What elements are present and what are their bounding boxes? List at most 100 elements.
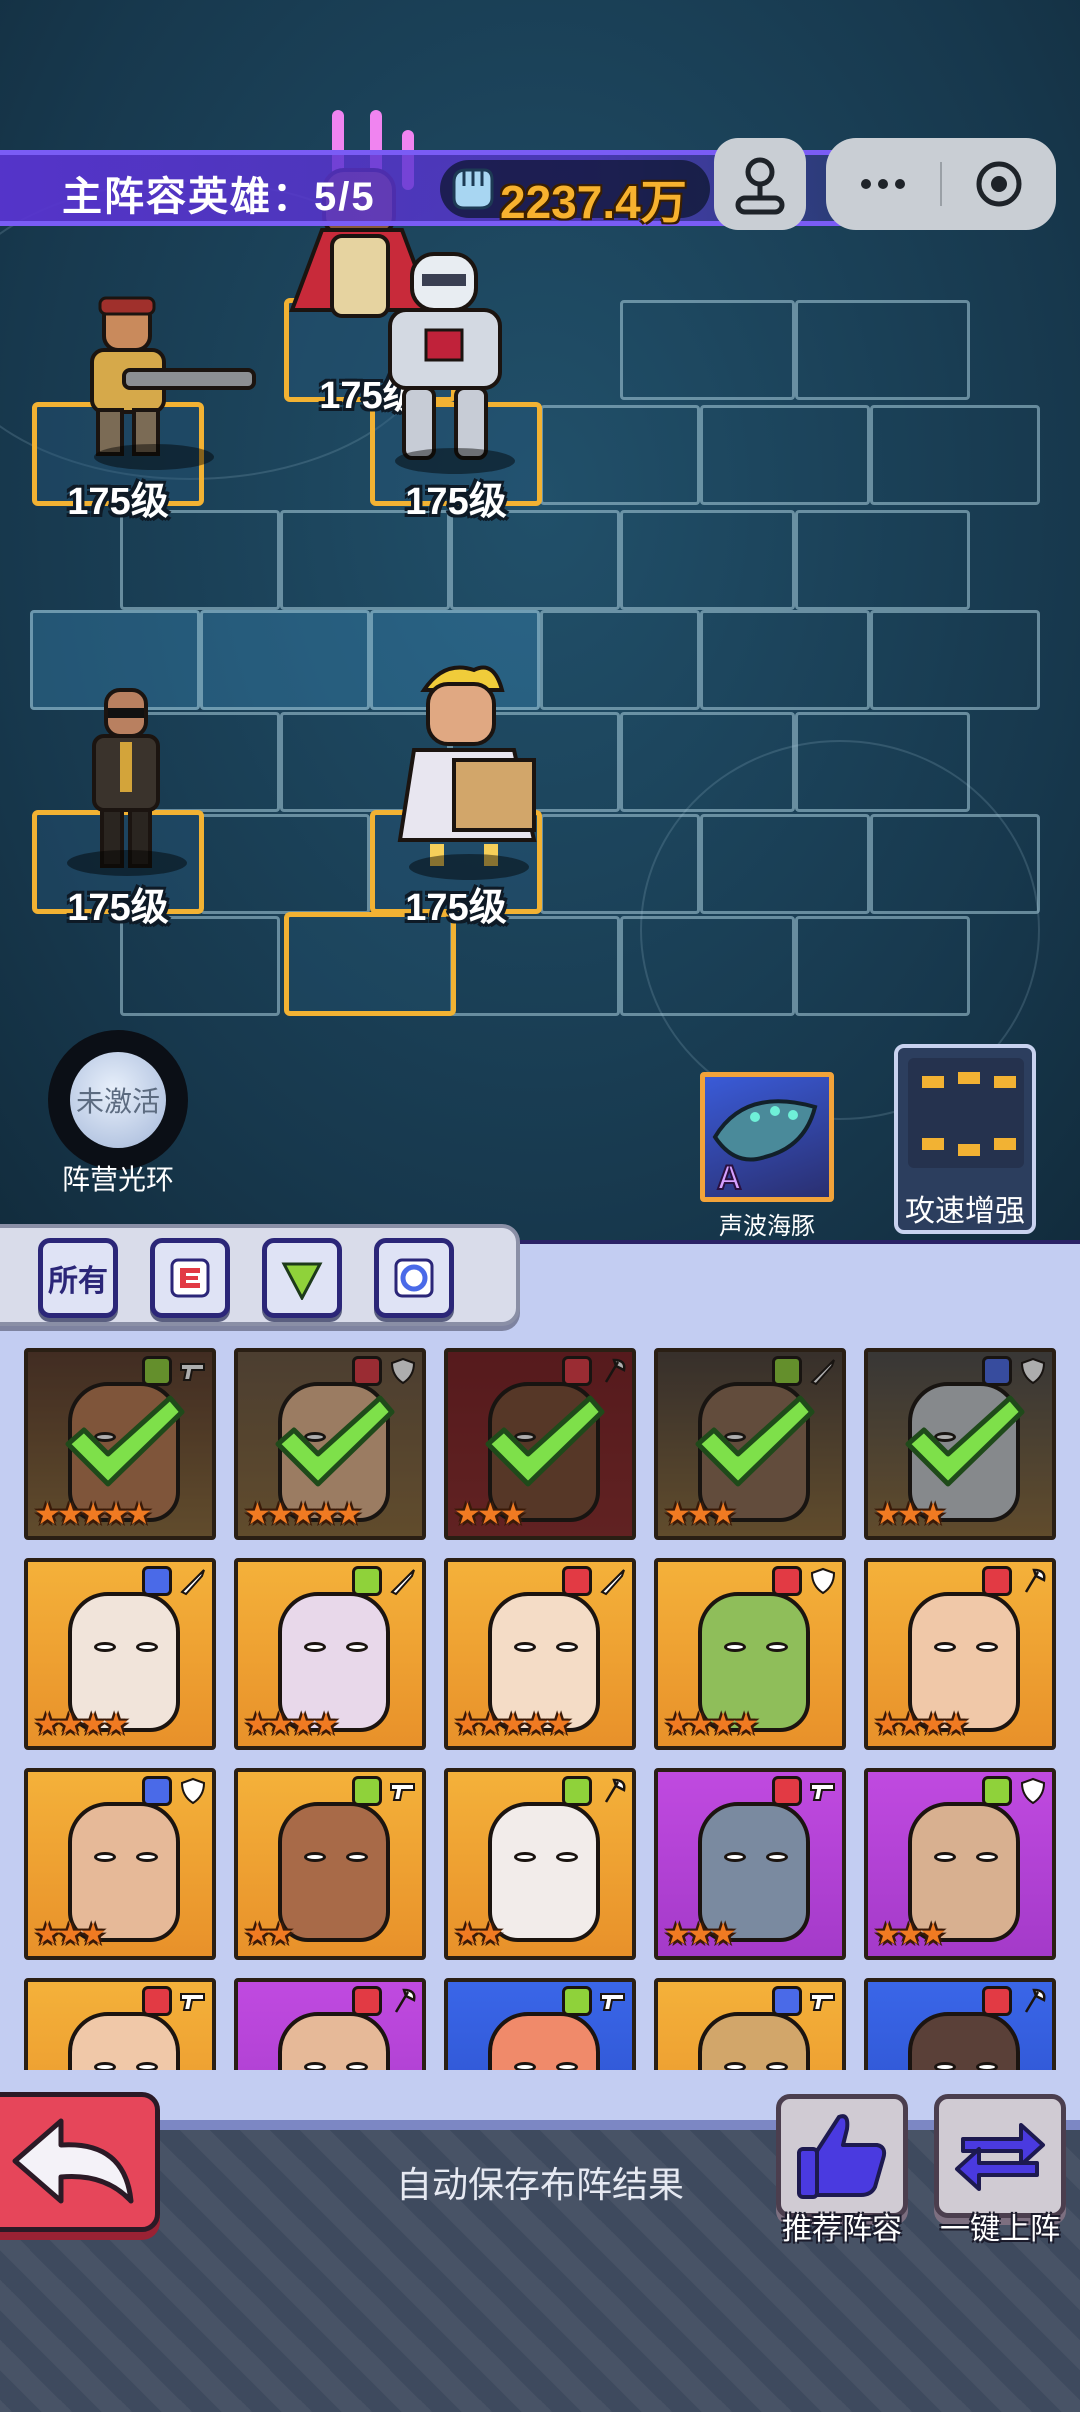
- sword-icon: [600, 1569, 625, 1596]
- shield-icon: [810, 1567, 836, 1595]
- hero-face: [908, 2012, 1020, 2070]
- hero-card[interactable]: ★★★★★: [444, 1558, 636, 1750]
- skill-card[interactable]: 攻速增强: [894, 1044, 1036, 1234]
- combat-power: 2237.4万: [440, 160, 710, 228]
- wall-brick: [620, 510, 795, 610]
- star-rating: ★★★: [664, 1498, 737, 1531]
- green-faction-icon: [982, 1776, 1012, 1806]
- axe-icon: [394, 1988, 416, 2013]
- star-rating: ★★★★★: [34, 1498, 153, 1531]
- hero-card[interactable]: ★★★: [864, 1348, 1056, 1540]
- hero-face: [698, 2012, 810, 2070]
- hero-face: [278, 2012, 390, 2070]
- green-faction-icon: [562, 1986, 592, 2016]
- wall-brick: [540, 405, 700, 505]
- wall-brick: [795, 300, 970, 400]
- hero-merchant[interactable]: [384, 660, 554, 880]
- hero-card[interactable]: [444, 1978, 636, 2070]
- filter-all-button[interactable]: 所有: [38, 1238, 118, 1318]
- aura-label: 阵营光环: [61, 1164, 174, 1195]
- more-button[interactable]: [826, 138, 940, 230]
- hero-card[interactable]: ★★★: [654, 1768, 846, 1960]
- pet-label: 声波海豚: [719, 1213, 815, 1240]
- gun-icon: [390, 1783, 415, 1801]
- hero-mech[interactable]: [360, 244, 550, 474]
- one-click-deploy-button[interactable]: [934, 2094, 1066, 2218]
- red-faction-icon: [142, 1986, 172, 2016]
- skill-label: 攻速增强: [905, 1195, 1025, 1228]
- hero-card[interactable]: ★★★★: [234, 1558, 426, 1750]
- hero-card[interactable]: ★★★: [444, 1348, 636, 1540]
- filter-green-button[interactable]: [262, 1238, 342, 1318]
- checkmark-icon: [65, 1395, 185, 1487]
- hero-agent-sprite: [92, 688, 160, 868]
- checkmark-icon: [485, 1395, 605, 1487]
- more-dots-icon: [861, 179, 905, 189]
- checkmark-icon: [905, 1395, 1025, 1487]
- hero-card[interactable]: ★★★★: [864, 1558, 1056, 1750]
- hero-commando-sprite: [90, 296, 256, 456]
- gun-icon: [600, 1993, 625, 2011]
- star-rating: ★★★: [874, 1498, 947, 1531]
- hero-commando[interactable]: [44, 290, 264, 470]
- hero-card[interactable]: [24, 1978, 216, 2070]
- hero-card[interactable]: ★★★★★: [234, 1348, 426, 1540]
- close-mini-program-button[interactable]: [942, 138, 1056, 230]
- hero-level-label: 175级: [67, 887, 169, 929]
- hero-card[interactable]: [864, 1978, 1056, 2070]
- axe-icon: [1024, 1568, 1046, 1593]
- red-faction-icon: [772, 1776, 802, 1806]
- wall-brick: [870, 405, 1040, 505]
- hero-card[interactable]: ★★★: [24, 1768, 216, 1960]
- filter-all-label: 所有: [48, 1265, 108, 1298]
- star-rating: ★★★★: [34, 1708, 130, 1741]
- star-rating: ★★★★★: [244, 1498, 363, 1531]
- star-rating: ★★★: [454, 1498, 527, 1531]
- aura-state-text: 未激活: [75, 1086, 160, 1117]
- formation-screen: 175级 175级 175级 175级 175级 主阵容英雄：5/5 2237.…: [0, 0, 1080, 2412]
- back-button[interactable]: [0, 2092, 160, 2232]
- star-rating: ★★★: [664, 1918, 737, 1951]
- wall-brick: [280, 510, 450, 610]
- wall-brick: [200, 814, 370, 914]
- faction-aura-orb: 未激活: [70, 1052, 166, 1148]
- faction-aura-button[interactable]: 未激活: [48, 1030, 188, 1170]
- star-rating: ★★★★: [874, 1708, 970, 1741]
- joystick-button[interactable]: [714, 138, 806, 230]
- thumbs-up-icon: [797, 2114, 887, 2199]
- blue-faction-icon: [394, 1258, 434, 1298]
- blue-faction-icon: [142, 1566, 172, 1596]
- swap-arrows-icon: [955, 2123, 1045, 2191]
- hero-card[interactable]: [654, 1978, 846, 2070]
- axe-icon: [1024, 1988, 1046, 2013]
- blue-faction-icon: [142, 1776, 172, 1806]
- team-title-label: 主阵容英雄：: [62, 175, 314, 219]
- hero-agent[interactable]: [67, 686, 187, 876]
- recommend-team-button[interactable]: [776, 2094, 908, 2218]
- target-icon: [976, 161, 1022, 207]
- hero-card[interactable]: ★★: [444, 1768, 636, 1960]
- hero-level-label: 175级: [67, 481, 169, 523]
- checkmark-icon: [275, 1395, 395, 1487]
- star-rating: ★★★★★: [454, 1708, 573, 1741]
- shield-icon: [180, 1777, 206, 1805]
- hero-card[interactable]: ★★★: [864, 1768, 1056, 1960]
- hero-card[interactable]: [234, 1978, 426, 2070]
- team-header: 主阵容英雄：5/5 2237.4万: [0, 138, 1080, 230]
- filter-blue-button[interactable]: [374, 1238, 454, 1318]
- star-rating: ★★★★: [244, 1708, 340, 1741]
- recommend-team-label: 推荐阵容: [782, 2213, 902, 2246]
- wall-brick: [540, 610, 700, 710]
- gun-icon: [810, 1783, 835, 1801]
- filter-red-button[interactable]: [150, 1238, 230, 1318]
- hero-card[interactable]: ★★★: [654, 1348, 846, 1540]
- pet-card[interactable]: A: [700, 1072, 834, 1202]
- hero-card[interactable]: ★★: [234, 1768, 426, 1960]
- hero-card[interactable]: ★★★★★: [24, 1348, 216, 1540]
- sword-icon: [390, 1569, 415, 1596]
- hero-card[interactable]: ★★★★: [654, 1558, 846, 1750]
- attack-speed-icon: [908, 1058, 1024, 1168]
- hero-card[interactable]: ★★★★: [24, 1558, 216, 1750]
- red-faction-icon: [982, 1986, 1012, 2016]
- sword-icon: [180, 1569, 205, 1596]
